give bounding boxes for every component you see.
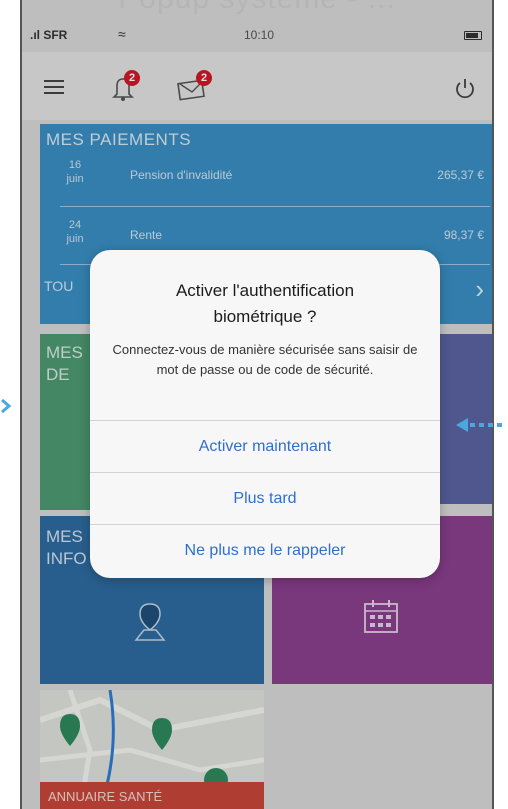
annotation-arrow-left-icon [1, 398, 12, 414]
dialog-title: Activer l'authentification biométrique ? [175, 281, 355, 326]
annotation-arrow-right-icon [456, 418, 506, 432]
later-button[interactable]: Plus tard [90, 472, 440, 524]
dialog-message: Connectez-vous de manière sécurisée sans… [112, 342, 418, 377]
activate-now-button[interactable]: Activer maintenant [90, 420, 440, 472]
never-remind-button[interactable]: Ne plus me le rappeler [90, 524, 440, 576]
biometric-dialog: Activer l'authentification biométrique ?… [90, 250, 440, 578]
